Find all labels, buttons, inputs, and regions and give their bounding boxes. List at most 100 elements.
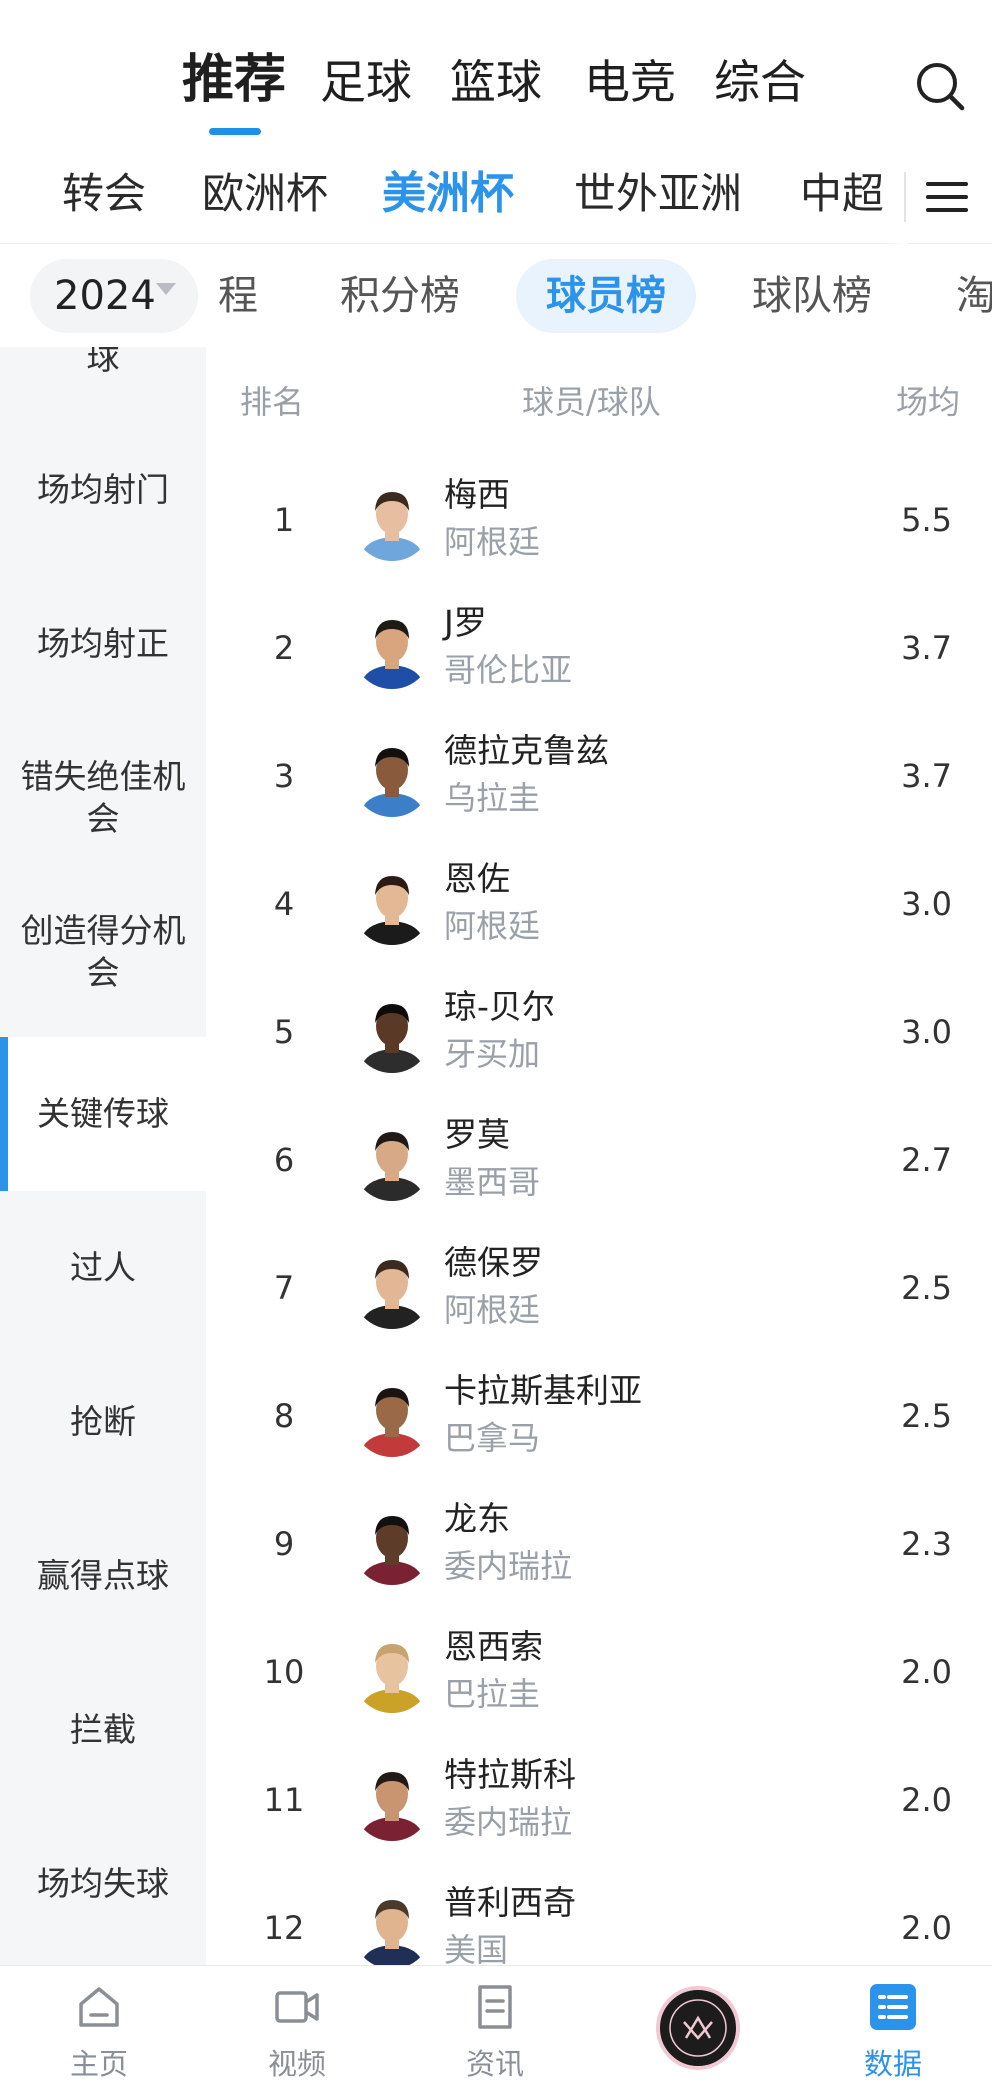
table-header: 排名 球员/球队 场均 bbox=[206, 347, 992, 457]
sidebar-item-big-chances-created[interactable]: 创造得分机会 bbox=[0, 875, 206, 1029]
nav-data[interactable]: 数据 bbox=[794, 1966, 992, 2097]
rank-cell: 3 bbox=[273, 757, 295, 795]
table-row[interactable]: 4 恩佐 阿根廷 3.0 bbox=[206, 841, 992, 969]
tab-general[interactable]: 综合 bbox=[714, 52, 806, 112]
nav-home[interactable]: 主页 bbox=[0, 1966, 198, 2097]
player-name: 恩西索 bbox=[444, 1627, 543, 1666]
player-avatar bbox=[352, 1889, 432, 1965]
active-tab-indicator bbox=[209, 128, 261, 135]
tab-knockout[interactable]: 淘 bbox=[926, 259, 992, 333]
news-icon bbox=[478, 1985, 512, 2029]
season-value: 2024 bbox=[54, 273, 156, 319]
nav-news[interactable]: 资讯 bbox=[396, 1966, 594, 2097]
player-avatar bbox=[352, 609, 432, 689]
sidebar-item-partial[interactable]: 球 bbox=[0, 347, 206, 413]
comp-csl[interactable]: 中超 bbox=[800, 164, 884, 224]
bottom-nav: 主页 视频 资讯 数据 bbox=[0, 1965, 992, 2097]
nav-home-label: 主页 bbox=[69, 2047, 128, 2081]
sidebar-item-key-passes[interactable]: 关键传球 bbox=[0, 1037, 206, 1191]
player-avatar bbox=[352, 1121, 432, 1201]
tab-player-ranking[interactable]: 球员榜 bbox=[516, 259, 696, 333]
player-avatar bbox=[352, 865, 432, 945]
table-row[interactable]: 5 琼-贝尔 牙买加 3.0 bbox=[206, 969, 992, 1097]
sidebar-item-label: 过人 bbox=[70, 1248, 136, 1287]
player-name: 琼-贝尔 bbox=[444, 987, 555, 1026]
player-name: 特拉斯科 bbox=[444, 1755, 576, 1794]
tab-recommend[interactable]: 推荐 bbox=[182, 50, 286, 110]
comp-world-qual-asia[interactable]: 世外亚洲 bbox=[574, 164, 742, 224]
player-avatar bbox=[352, 993, 432, 1073]
club-badge[interactable] bbox=[656, 1986, 740, 2070]
chevron-down-icon bbox=[156, 283, 176, 295]
player-avatar bbox=[352, 1377, 432, 1457]
sidebar-item-shots-on-target[interactable]: 场均射正 bbox=[0, 567, 206, 721]
comp-transfer[interactable]: 转会 bbox=[62, 164, 146, 224]
sidebar-item-label: 场均射正 bbox=[37, 624, 169, 663]
menu-icon[interactable] bbox=[922, 172, 972, 222]
stat-value: 5.5 bbox=[901, 501, 952, 539]
stat-value: 2.7 bbox=[901, 1141, 952, 1179]
player-team: 阿根廷 bbox=[444, 1291, 541, 1329]
player-team: 哥伦比亚 bbox=[444, 651, 573, 689]
table-row[interactable]: 9 龙东 委内瑞拉 2.3 bbox=[206, 1481, 992, 1609]
player-team: 委内瑞拉 bbox=[444, 1803, 573, 1841]
player-avatar bbox=[352, 481, 432, 561]
player-team: 巴拉圭 bbox=[444, 1675, 541, 1713]
sidebar-item-shots-per-game[interactable]: 场均射门 bbox=[0, 413, 206, 567]
season-selector[interactable]: 2024 bbox=[30, 259, 198, 333]
rank-cell: 2 bbox=[273, 629, 295, 667]
player-team: 巴拿马 bbox=[444, 1419, 541, 1457]
tab-esports[interactable]: 电竞 bbox=[584, 52, 676, 112]
divider bbox=[904, 172, 906, 222]
sidebar-item-interceptions[interactable]: 拦截 bbox=[0, 1653, 206, 1807]
sidebar-item-big-chances-missed[interactable]: 错失绝佳机会 bbox=[0, 721, 206, 875]
table-row[interactable]: 3 德拉克鲁兹 乌拉圭 3.7 bbox=[206, 713, 992, 841]
nav-data-label: 数据 bbox=[863, 2047, 922, 2081]
player-team: 阿根廷 bbox=[444, 907, 541, 945]
player-team: 阿根廷 bbox=[444, 523, 541, 561]
stat-category-sidebar: 球 场均射门 场均射正 错失绝佳机会 创造得分机会 关键传球 过人 抢断 赢得点… bbox=[0, 347, 206, 1965]
tab-schedule[interactable]: 程 bbox=[188, 259, 288, 333]
stat-value: 3.7 bbox=[901, 629, 952, 667]
sidebar-item-penalties-won[interactable]: 赢得点球 bbox=[0, 1499, 206, 1653]
tab-basketball[interactable]: 篮球 bbox=[450, 52, 542, 112]
comp-euro-cup[interactable]: 欧洲杯 bbox=[202, 164, 328, 224]
player-name: 梅西 bbox=[444, 475, 510, 514]
tab-standings[interactable]: 积分榜 bbox=[310, 259, 490, 333]
player-team: 乌拉圭 bbox=[444, 779, 541, 817]
active-indicator bbox=[0, 1037, 8, 1191]
data-list-icon bbox=[870, 1984, 916, 2030]
sidebar-item-goals-conceded[interactable]: 场均失球 bbox=[0, 1807, 206, 1961]
tab-football[interactable]: 足球 bbox=[320, 52, 412, 112]
sidebar-item-tackles[interactable]: 抢断 bbox=[0, 1345, 206, 1499]
table-row[interactable]: 10 恩西索 巴拉圭 2.0 bbox=[206, 1609, 992, 1737]
player-ranking-table: 排名 球员/球队 场均 1 梅西阿根廷 5.5 2 J罗哥伦比亚 3.7 3 德拉克鲁兹乌拉圭… bbox=[206, 347, 992, 1965]
player-name: 德拉克鲁兹 bbox=[444, 731, 609, 770]
stat-value: 2.0 bbox=[901, 1653, 952, 1691]
sidebar-item-label: 创造得分机会 bbox=[20, 911, 186, 992]
search-icon[interactable] bbox=[912, 58, 968, 114]
table-row[interactable]: 7 德保罗 阿根廷 2.5 bbox=[206, 1225, 992, 1353]
player-name: 普利西奇 bbox=[444, 1883, 576, 1922]
table-row[interactable]: 12 普利西奇 美国 2.0 bbox=[206, 1865, 992, 1965]
tab-team-ranking[interactable]: 球队榜 bbox=[722, 259, 902, 333]
rank-cell: 1 bbox=[273, 501, 295, 539]
nav-video[interactable]: 视频 bbox=[198, 1966, 396, 2097]
player-team: 委内瑞拉 bbox=[444, 1547, 573, 1585]
sidebar-item-label: 场均射门 bbox=[37, 470, 169, 509]
rank-cell: 5 bbox=[273, 1013, 295, 1051]
sidebar-item-label: 球 bbox=[86, 347, 120, 377]
table-row[interactable]: 2 J罗哥伦比亚 3.7 bbox=[206, 585, 992, 713]
header-player: 球员/球队 bbox=[522, 383, 661, 421]
rank-cell: 8 bbox=[273, 1397, 295, 1435]
competition-nav: 转会 欧洲杯 美洲杯 世外亚洲 中超 bbox=[0, 150, 992, 244]
sidebar-item-label: 关键传球 bbox=[37, 1094, 169, 1133]
player-name: 罗莫 bbox=[444, 1115, 510, 1154]
player-name: J罗 bbox=[444, 603, 487, 642]
comp-copa-america[interactable]: 美洲杯 bbox=[382, 164, 514, 224]
table-row[interactable]: 11 特拉斯科 委内瑞拉 2.0 bbox=[206, 1737, 992, 1865]
table-row[interactable]: 8 卡拉斯基利亚 巴拿马 2.5 bbox=[206, 1353, 992, 1481]
table-row[interactable]: 6 罗莫 墨西哥 2.7 bbox=[206, 1097, 992, 1225]
table-row[interactable]: 1 梅西阿根廷 5.5 bbox=[206, 457, 992, 585]
sidebar-item-dribbles[interactable]: 过人 bbox=[0, 1191, 206, 1345]
